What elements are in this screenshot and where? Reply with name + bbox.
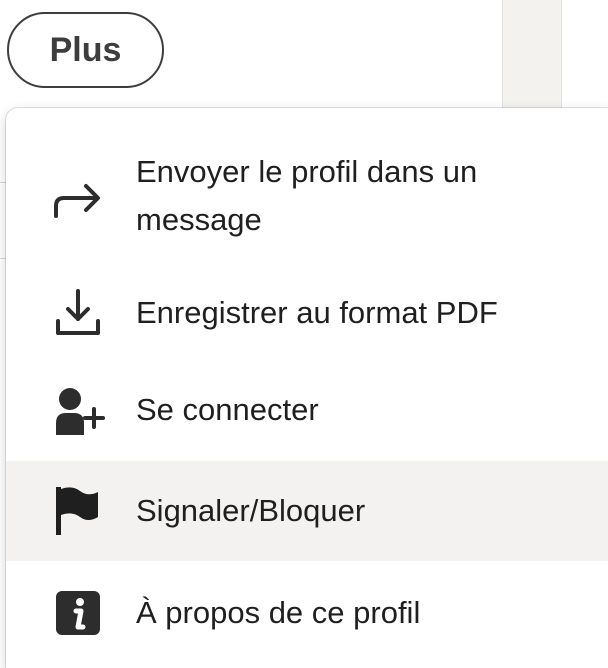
menu-item-label: Enregistrer au format PDF [136, 295, 498, 330]
info-icon [50, 585, 106, 641]
menu-item-label: Se connecter [136, 392, 319, 427]
flag-icon [50, 483, 106, 539]
add-person-icon [50, 383, 106, 439]
menu-item-label: Envoyer le profil dans un message [136, 154, 478, 237]
menu-item-save-pdf[interactable]: Enregistrer au format PDF [6, 268, 608, 358]
menu-item-report-block[interactable]: Signaler/Bloquer [6, 461, 608, 561]
more-actions-menu: Envoyer le profil dans un message Enregi… [6, 108, 608, 668]
background-column [502, 0, 562, 108]
menu-item-connect[interactable]: Se connecter [6, 363, 608, 458]
download-icon [50, 285, 106, 341]
menu-item-about-profile[interactable]: À propos de ce profil [6, 563, 608, 663]
more-button[interactable]: Plus [7, 12, 164, 88]
share-arrow-icon [50, 170, 106, 226]
menu-item-label: À propos de ce profil [136, 595, 421, 630]
menu-item-send-profile[interactable]: Envoyer le profil dans un message [6, 138, 608, 258]
menu-item-label: Signaler/Bloquer [136, 493, 366, 528]
